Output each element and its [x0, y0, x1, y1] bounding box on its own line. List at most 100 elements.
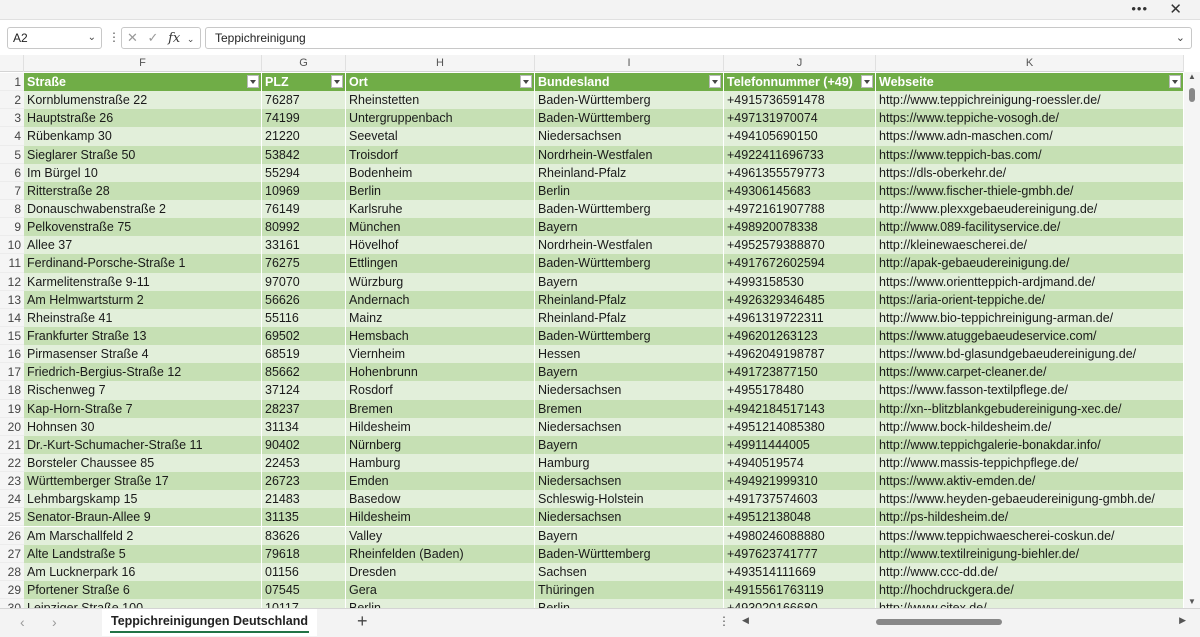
chevron-down-icon[interactable]: ⌄	[88, 28, 96, 48]
table-cell[interactable]: +493020166680	[724, 599, 876, 608]
sheet-tab-active[interactable]: Teppichreinigungen Deutschland	[102, 609, 317, 636]
table-cell[interactable]: 55294	[262, 163, 346, 182]
row-number[interactable]: 4	[0, 127, 24, 146]
table-cell[interactable]: Alte Landstraße 5	[24, 544, 262, 563]
table-cell[interactable]: Bremen	[535, 399, 724, 418]
cancel-icon[interactable]: ✕	[127, 30, 138, 45]
table-cell[interactable]: https://www.teppich-bas.com/	[876, 145, 1184, 164]
table-cell[interactable]: http://www.ccc-dd.de/	[876, 562, 1184, 581]
table-cell[interactable]: https://aria-orient-teppiche.de/	[876, 290, 1184, 309]
row-number[interactable]: 19	[0, 399, 24, 418]
scroll-up-icon[interactable]: ▲	[1188, 72, 1196, 81]
table-cell[interactable]: Friedrich-Bergius-Straße 12	[24, 363, 262, 382]
next-sheet-icon[interactable]: ›	[52, 614, 57, 630]
table-cell[interactable]: https://www.carpet-cleaner.de/	[876, 363, 1184, 382]
table-cell[interactable]: Karmelitenstraße 9-11	[24, 272, 262, 291]
table-cell[interactable]: Senator-Braun-Allee 9	[24, 508, 262, 527]
table-cell[interactable]: Baden-Württemberg	[535, 326, 724, 346]
table-cell[interactable]: Karlsruhe	[346, 199, 535, 219]
table-cell[interactable]: Viernheim	[346, 345, 535, 364]
table-cell[interactable]: +4952579388870	[724, 236, 876, 255]
column-header-f[interactable]: F	[24, 55, 262, 72]
table-cell[interactable]: Bayern	[535, 218, 724, 237]
table-cell[interactable]: Niedersachsen	[535, 127, 724, 146]
table-cell[interactable]: +4993158530	[724, 272, 876, 291]
table-cell[interactable]: Pfortener Straße 6	[24, 580, 262, 600]
table-cell[interactable]: 37124	[262, 381, 346, 400]
table-cell[interactable]: Rischenweg 7	[24, 381, 262, 400]
table-cell[interactable]: 76275	[262, 254, 346, 273]
table-cell[interactable]: Bodenheim	[346, 163, 535, 182]
row-number[interactable]: 8	[0, 199, 24, 219]
prev-sheet-icon[interactable]: ‹	[20, 614, 25, 630]
table-cell[interactable]: https://www.aktiv-emden.de/	[876, 472, 1184, 491]
close-icon[interactable]: ✕	[1169, 0, 1182, 18]
table-cell[interactable]: Baden-Württemberg	[535, 91, 724, 110]
table-cell[interactable]: 31135	[262, 508, 346, 527]
table-cell[interactable]: Leipziger Straße 100	[24, 599, 262, 608]
column-header-k[interactable]: K	[876, 55, 1184, 72]
table-cell[interactable]: http://xn--blitzblankgebudereinigung-xec…	[876, 399, 1184, 418]
filter-dropdown-icon[interactable]	[520, 75, 532, 88]
table-cell[interactable]: +49306145683	[724, 181, 876, 200]
table-cell[interactable]: Hohenbrunn	[346, 363, 535, 382]
table-cell[interactable]: +496201263123	[724, 326, 876, 346]
table-cell[interactable]: Nürnberg	[346, 435, 535, 454]
table-cell[interactable]: +4972161907788	[724, 199, 876, 219]
table-cell[interactable]: Dresden	[346, 562, 535, 581]
table-cell[interactable]: Hessen	[535, 345, 724, 364]
row-number[interactable]: 22	[0, 453, 24, 473]
table-cell[interactable]: Dr.-Kurt-Schumacher-Straße 11	[24, 435, 262, 454]
table-cell[interactable]: Bremen	[346, 399, 535, 418]
table-cell[interactable]: Hövelhof	[346, 236, 535, 255]
table-cell[interactable]: Untergruppenbach	[346, 109, 535, 128]
table-cell[interactable]: 83626	[262, 526, 346, 545]
filter-dropdown-icon[interactable]	[861, 75, 873, 88]
table-cell[interactable]: Schleswig-Holstein	[535, 490, 724, 509]
table-cell[interactable]: Niedersachsen	[535, 417, 724, 436]
select-all-corner[interactable]	[0, 55, 24, 72]
table-cell[interactable]: +498920078338	[724, 218, 876, 237]
table-cell[interactable]: https://www.heyden-gebaeudereinigung-gmb…	[876, 490, 1184, 509]
table-cell[interactable]: +49512138048	[724, 508, 876, 527]
table-cell[interactable]: http://www.textilreinigung-biehler.de/	[876, 544, 1184, 563]
table-cell[interactable]: 56626	[262, 290, 346, 309]
row-number[interactable]: 11	[0, 254, 24, 273]
scroll-right-icon[interactable]: ▶	[1179, 615, 1186, 626]
table-cell[interactable]: http://kleinewaescherei.de/	[876, 236, 1184, 255]
table-cell[interactable]: 10969	[262, 181, 346, 200]
row-number[interactable]: 7	[0, 181, 24, 200]
filter-dropdown-icon[interactable]	[1169, 75, 1181, 88]
table-cell[interactable]: Berlin	[346, 599, 535, 608]
table-cell[interactable]: Donauschwabenstraße 2	[24, 199, 262, 219]
table-cell[interactable]: München	[346, 218, 535, 237]
table-cell[interactable]: https://www.atuggebaeudeservice.com/	[876, 326, 1184, 346]
table-cell[interactable]: Hamburg	[535, 453, 724, 473]
table-cell[interactable]: Sachsen	[535, 562, 724, 581]
table-cell[interactable]: Baden-Württemberg	[535, 199, 724, 219]
table-cell[interactable]: https://www.fasson-textilpflege.de/	[876, 381, 1184, 400]
column-title[interactable]: PLZ	[262, 73, 346, 92]
table-cell[interactable]: Rheinland-Pfalz	[535, 308, 724, 327]
column-title[interactable]: Webseite	[876, 73, 1184, 92]
row-number[interactable]: 21	[0, 435, 24, 454]
table-cell[interactable]: Rheinstraße 41	[24, 308, 262, 327]
table-cell[interactable]: Troisdorf	[346, 145, 535, 164]
column-header-g[interactable]: G	[262, 55, 346, 72]
table-cell[interactable]: 53842	[262, 145, 346, 164]
more-options-icon[interactable]: •••	[1131, 1, 1148, 16]
table-cell[interactable]: +4962049198787	[724, 345, 876, 364]
table-cell[interactable]: Ritterstraße 28	[24, 181, 262, 200]
table-cell[interactable]: +4917672602594	[724, 254, 876, 273]
row-number[interactable]: 15	[0, 326, 24, 346]
table-cell[interactable]: http://hochdruckgera.de/	[876, 580, 1184, 600]
horizontal-scroll-thumb[interactable]	[876, 619, 1002, 625]
table-cell[interactable]: Rheinfelden (Baden)	[346, 544, 535, 563]
table-cell[interactable]: +491737574603	[724, 490, 876, 509]
table-cell[interactable]: 85662	[262, 363, 346, 382]
table-cell[interactable]: 21483	[262, 490, 346, 509]
table-cell[interactable]: https://www.teppiche-vosogh.de/	[876, 109, 1184, 128]
expand-formula-icon[interactable]: ⌄	[1176, 28, 1185, 48]
table-cell[interactable]: 76287	[262, 91, 346, 110]
table-cell[interactable]: Am Marschallfeld 2	[24, 526, 262, 545]
